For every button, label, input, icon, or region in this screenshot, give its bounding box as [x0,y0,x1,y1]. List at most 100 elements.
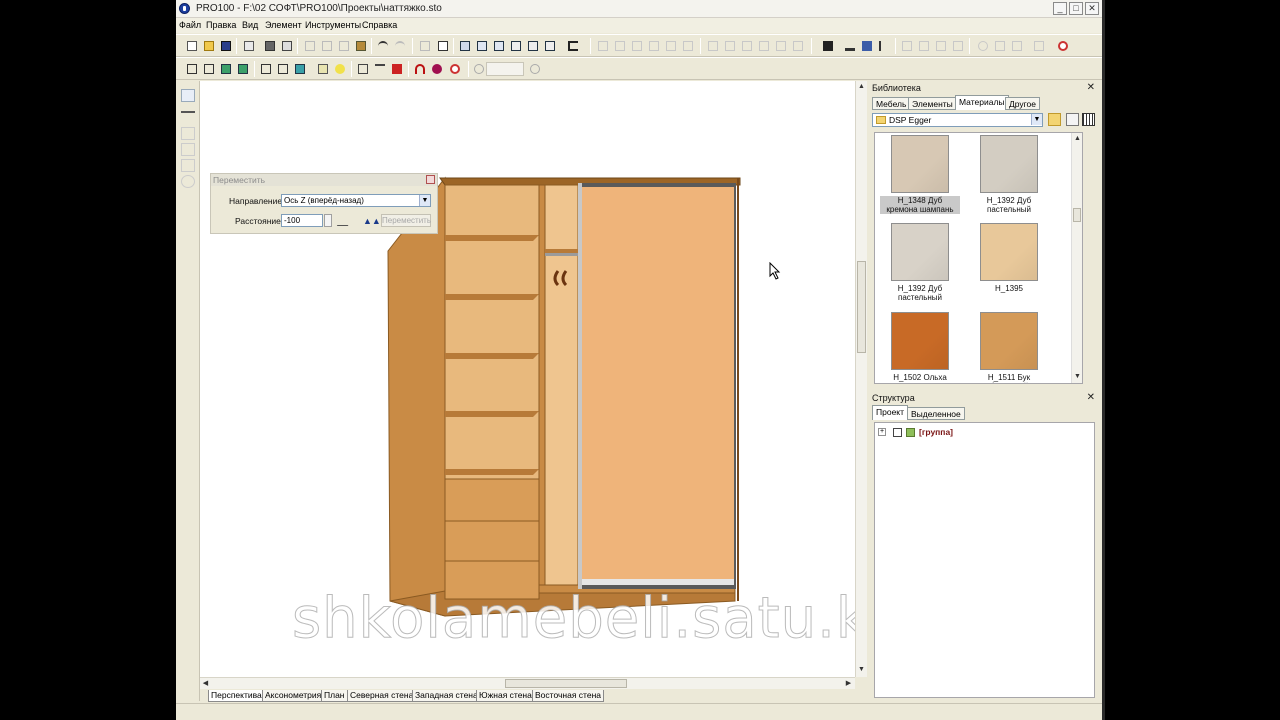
arrange-2-icon[interactable] [860,39,874,53]
tab-plan[interactable]: План [321,690,348,702]
scroll-left-icon[interactable]: ◀ [200,678,211,689]
tab-elements[interactable]: Элементы [908,97,957,110]
material-swatch[interactable] [980,312,1038,370]
grid-red-icon[interactable] [390,62,404,76]
cube-view-5-icon[interactable] [259,62,273,76]
transform-1-icon[interactable] [900,39,914,53]
menu-tools[interactable]: Инструменты [305,20,361,30]
tree-item-checkbox[interactable] [893,428,902,437]
copy2-icon[interactable] [337,39,351,53]
cube-view-1-icon[interactable] [185,62,199,76]
material-swatch[interactable] [980,223,1038,281]
align-1-icon[interactable] [596,39,610,53]
chevron-down-icon[interactable]: ▼ [419,195,430,206]
distance-spinner[interactable] [324,214,332,227]
tab-west-wall[interactable]: Западная стена [412,690,481,702]
menu-edit[interactable]: Правка [206,20,236,30]
cube-view-2-icon[interactable] [202,62,216,76]
scroll-up-icon[interactable]: ▲ [856,81,867,92]
align-2-icon[interactable] [613,39,627,53]
grid-view-icon[interactable] [1082,113,1095,126]
help-2-icon[interactable] [448,62,462,76]
scroll-up-icon[interactable]: ▲ [1072,133,1082,144]
sigma-icon[interactable] [566,39,580,53]
materials-scroll-thumb[interactable] [1073,208,1081,222]
list-icon[interactable] [436,39,450,53]
transform-3-icon[interactable] [934,39,948,53]
open-folder-icon[interactable] [202,39,216,53]
library-close-icon[interactable]: ✕ [1087,83,1095,93]
align-6-icon[interactable] [681,39,695,53]
tab-south-wall[interactable]: Южная стена [476,690,535,702]
light-bulb-icon[interactable] [333,62,347,76]
tab-north-wall[interactable]: Северная стена [347,690,417,702]
library-icon[interactable] [418,39,432,53]
distance-input[interactable]: -100 [281,214,323,227]
edit-tool-icon[interactable] [181,111,195,124]
mirror-icon[interactable] [1010,39,1024,53]
align-5-icon[interactable] [664,39,678,53]
menu-help[interactable]: Справка [362,20,397,30]
menu-element[interactable]: Элемент [265,20,302,30]
undo-icon[interactable] [376,39,390,53]
zoom-out-icon[interactable] [528,62,542,76]
tool-2-icon[interactable] [373,62,387,76]
measure-icon[interactable] [336,215,355,226]
render-icon[interactable] [430,62,444,76]
move-button[interactable]: Переместить [381,214,431,227]
scroll-right-icon[interactable]: ▶ [843,678,854,689]
viewport-vertical-scrollbar[interactable]: ▲ ▼ [855,81,867,677]
view-2-icon[interactable] [475,39,489,53]
move-dialog-close-icon[interactable] [426,175,435,184]
material-swatch[interactable] [980,135,1038,193]
align-3-icon[interactable] [630,39,644,53]
dist-5-icon[interactable] [774,39,788,53]
copy-icon[interactable] [320,39,334,53]
view-6-icon[interactable] [543,39,557,53]
expand-plus-icon[interactable]: + [878,428,886,436]
close-window-button[interactable]: ✕ [1085,2,1099,15]
view-1-icon[interactable] [458,39,472,53]
viewport-horizontal-scrollbar[interactable]: ◀ ▶ [200,677,855,689]
tool-a-icon[interactable] [181,127,195,140]
paste-icon[interactable] [354,39,368,53]
menu-view[interactable]: Вид [242,20,258,30]
material-swatch[interactable] [891,135,949,193]
grid-icon[interactable] [821,39,835,53]
zoom-in-icon[interactable] [472,62,486,76]
minimize-button[interactable]: _ [1053,2,1067,15]
rotate-icon[interactable] [976,39,990,53]
horizontal-scroll-thumb[interactable] [505,679,627,688]
material-folder-select[interactable]: DSP Egger ▼ [872,113,1043,127]
tab-other[interactable]: Другое [1005,97,1041,110]
3d-viewport[interactable]: shkolamebeli.satu.kz [200,81,866,677]
tree-item-group[interactable]: [группа] [919,427,953,437]
tab-materials[interactable]: Материалы [955,95,1009,110]
material-swatch[interactable] [891,223,949,281]
tool-1-icon[interactable] [356,62,370,76]
magnet-icon[interactable] [413,62,427,76]
texture-icon[interactable] [316,62,330,76]
tool-b-icon[interactable] [181,143,195,156]
view-3-icon[interactable] [492,39,506,53]
dist-4-icon[interactable] [757,39,771,53]
properties-icon[interactable] [242,39,256,53]
menu-file[interactable]: Файл [179,20,201,30]
zoom-input[interactable] [486,62,524,76]
help-lifebuoy-icon[interactable] [1056,39,1070,53]
view-5-icon[interactable] [526,39,540,53]
cut-icon[interactable] [303,39,317,53]
cube-view-3-icon[interactable] [219,62,233,76]
tab-project[interactable]: Проект [872,405,908,420]
zoom-tool-icon[interactable] [181,175,195,188]
folder-up-icon[interactable] [1048,113,1061,126]
scroll-down-icon[interactable]: ▼ [856,664,867,675]
cube-view-7-icon[interactable] [293,62,307,76]
move-icon[interactable] [993,39,1007,53]
dist-2-icon[interactable] [723,39,737,53]
select-arrow-icon[interactable] [181,89,195,102]
arrange-1-icon[interactable] [843,39,857,53]
align-4-icon[interactable] [647,39,661,53]
vertical-scroll-thumb[interactable] [857,261,866,353]
sort-icon[interactable] [1066,113,1079,126]
